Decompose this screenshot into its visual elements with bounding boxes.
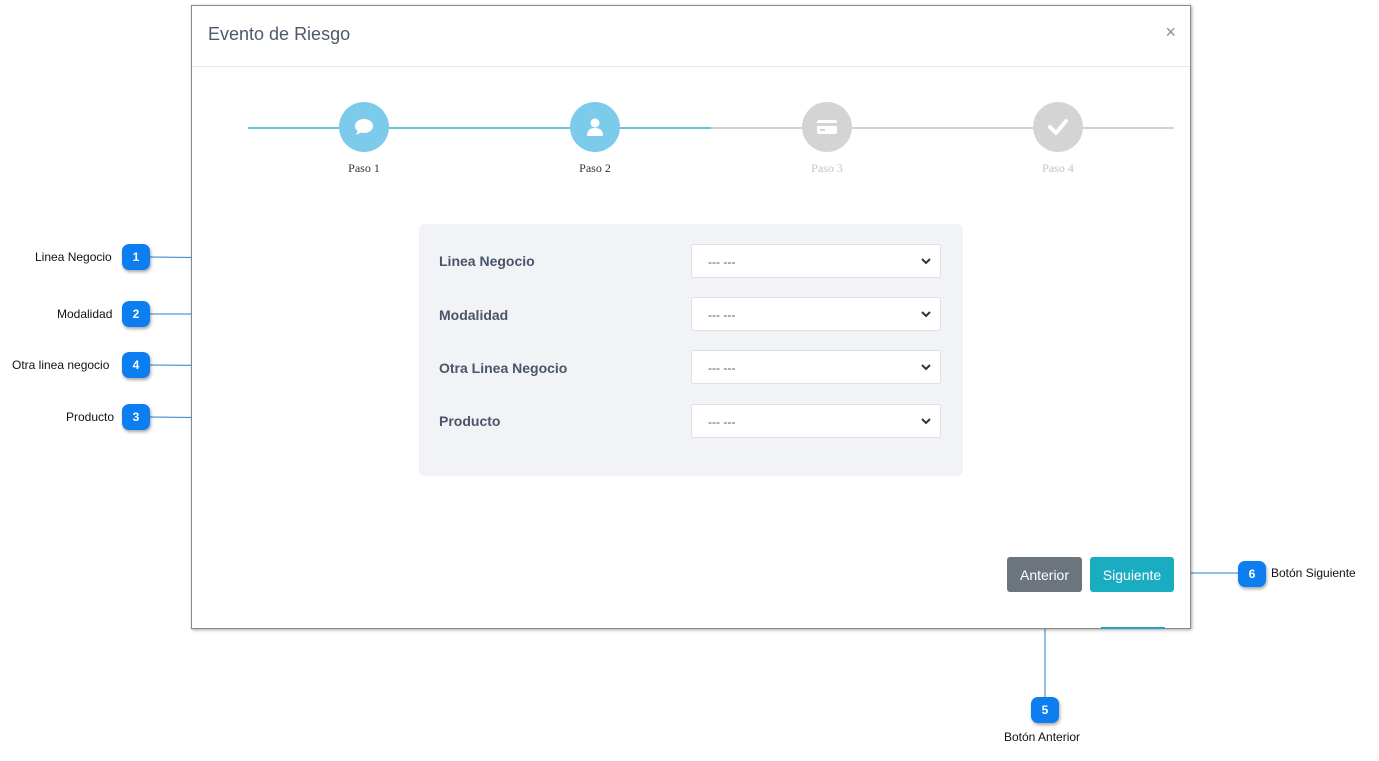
stepper-progress-line-inactive <box>711 127 1174 129</box>
callout-2-text: Modalidad <box>57 307 113 321</box>
linea-negocio-select-value: --- --- <box>708 255 736 269</box>
step-1-label: Paso 1 <box>348 161 380 175</box>
callout-1-text: Linea Negocio <box>35 250 112 264</box>
callout-5-text: Botón Anterior <box>1004 730 1081 744</box>
user-icon <box>587 118 603 136</box>
chevron-down-icon <box>921 311 931 318</box>
step-2-label: Paso 2 <box>579 161 611 175</box>
callout-5-badge: 5 <box>1031 697 1059 723</box>
step-4-circle[interactable] <box>1033 102 1083 152</box>
step-4-label: Paso 4 <box>1042 161 1074 175</box>
callout-3-text: Producto <box>66 410 115 424</box>
chevron-down-icon <box>921 418 931 425</box>
modalidad-label: Modalidad <box>439 307 509 323</box>
callout-4-text: Otra linea negocio <box>12 358 110 372</box>
producto-select-value: --- --- <box>708 415 736 429</box>
callout-2-badge: 2 <box>122 301 150 327</box>
siguiente-button[interactable]: Siguiente <box>1090 557 1174 592</box>
callout-4-badge: 4 <box>122 352 150 378</box>
producto-label: Producto <box>439 413 501 429</box>
otra-linea-negocio-select-value: --- --- <box>708 361 736 375</box>
chevron-down-icon <box>921 364 931 371</box>
step-3-label: Paso 3 <box>811 161 843 175</box>
anterior-button[interactable]: Anterior <box>1007 557 1082 592</box>
linea-negocio-label: Linea Negocio <box>439 253 535 269</box>
producto-select[interactable]: --- --- <box>691 404 941 438</box>
callout-6-badge: 6 <box>1238 561 1266 587</box>
form-panel: Linea Negocio --- --- Modalidad --- --- … <box>419 224 963 476</box>
check-icon <box>1048 119 1068 135</box>
close-button[interactable]: × <box>1165 22 1176 43</box>
linea-negocio-select[interactable]: --- --- <box>691 244 941 278</box>
callout-3-badge: 3 <box>122 404 150 430</box>
modal-bottom-accent <box>1101 627 1165 629</box>
step-1-circle[interactable] <box>339 102 389 152</box>
callout-1-badge: 1 <box>122 244 150 270</box>
credit-card-icon <box>817 120 837 134</box>
modalidad-select-value: --- --- <box>708 308 736 322</box>
stepper-progress-line-active <box>248 127 711 129</box>
modalidad-select[interactable]: --- --- <box>691 297 941 331</box>
step-3-circle[interactable] <box>802 102 852 152</box>
step-2-circle[interactable] <box>570 102 620 152</box>
modal-title: Evento de Riesgo <box>208 24 351 44</box>
otra-linea-negocio-select[interactable]: --- --- <box>691 350 941 384</box>
evento-riesgo-modal: Evento de Riesgo × Paso 1 Paso 2 Paso 3 … <box>191 5 1191 629</box>
modal-header: Evento de Riesgo × <box>192 6 1190 67</box>
chevron-down-icon <box>921 258 931 265</box>
otra-linea-negocio-label: Otra Linea Negocio <box>439 360 568 376</box>
callout-6-text: Botón Siguiente <box>1271 566 1356 580</box>
chat-bubble-icon <box>355 119 373 135</box>
